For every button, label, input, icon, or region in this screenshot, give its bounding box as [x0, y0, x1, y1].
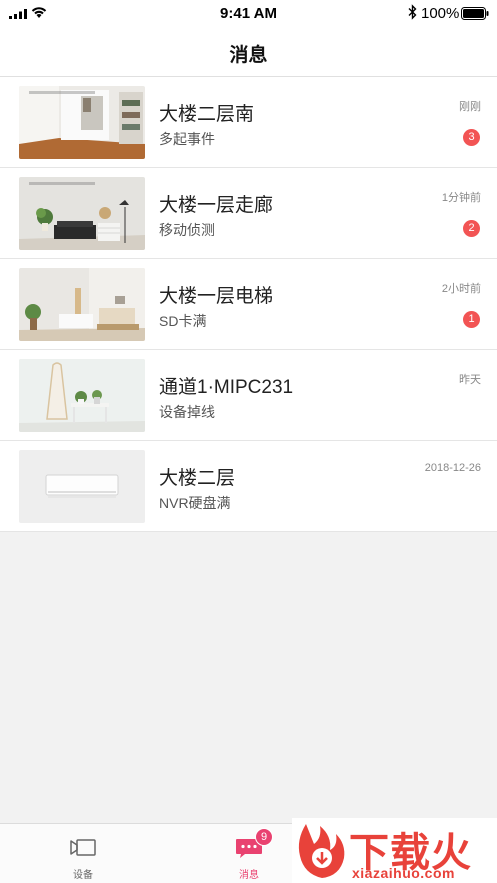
message-time: 2018-12-26: [424, 462, 481, 474]
unread-badge: 1: [463, 311, 480, 328]
message-row[interactable]: 通道1·MIPC231 设备掉线 昨天: [0, 350, 497, 441]
watermark-url: xiazaihuo.com: [352, 865, 455, 881]
tab-badge: 9: [255, 828, 273, 846]
camera-thumbnail: [19, 268, 145, 341]
unread-badge: 3: [463, 129, 480, 146]
message-time: 刚刚: [459, 101, 481, 113]
message-title: 通道1·MIPC231: [159, 377, 294, 398]
camera-thumbnail: [19, 450, 145, 523]
message-subtitle: 设备掉线: [159, 404, 215, 420]
message-row[interactable]: 大楼二层南 多起事件 刚刚 3: [0, 77, 497, 168]
unread-badge: 2: [463, 220, 480, 237]
message-title: 大楼一层走廊: [159, 195, 274, 216]
battery-icon: [461, 7, 489, 20]
message-subtitle: SD卡满: [159, 313, 207, 329]
status-bar: 9:41 AM 100%: [0, 0, 497, 28]
message-title: 大楼二层: [159, 468, 236, 489]
message-row[interactable]: 大楼二层 NVR硬盘满 2018-12-26: [0, 441, 497, 532]
page-title: 消息: [229, 45, 268, 66]
watermark: 下载火 xiazaihuo.com: [292, 818, 497, 883]
camera-thumbnail: [19, 359, 145, 432]
camera-device-icon: [70, 839, 96, 856]
camera-thumbnail: [19, 86, 145, 159]
message-time: 1分钟前: [441, 192, 481, 204]
message-subtitle: 移动侦测: [159, 222, 215, 238]
bluetooth-icon: [408, 4, 417, 20]
navigation-bar: 消息: [0, 28, 497, 77]
message-title: 大楼二层南: [159, 104, 255, 125]
message-subtitle: NVR硬盘满: [159, 495, 231, 511]
flame-logo-icon: [298, 824, 345, 878]
message-time: 2小时前: [441, 283, 481, 295]
tab-label: 设备: [73, 870, 93, 881]
tab-devices[interactable]: 设备: [0, 824, 166, 883]
message-time: 昨天: [459, 374, 481, 386]
message-title: 大楼一层电梯: [159, 286, 274, 307]
battery-percentage: 100%: [421, 5, 460, 22]
message-subtitle: 多起事件: [159, 131, 215, 147]
message-row[interactable]: 大楼一层走廊 移动侦测 1分钟前 2: [0, 168, 497, 259]
message-row[interactable]: 大楼一层电梯 SD卡满 2小时前 1: [0, 259, 497, 350]
camera-thumbnail: [19, 177, 145, 250]
message-list: 大楼二层南 多起事件 刚刚 3 大楼一层走廊 移动侦测 1分钟前 2 大楼一层电…: [0, 77, 497, 532]
